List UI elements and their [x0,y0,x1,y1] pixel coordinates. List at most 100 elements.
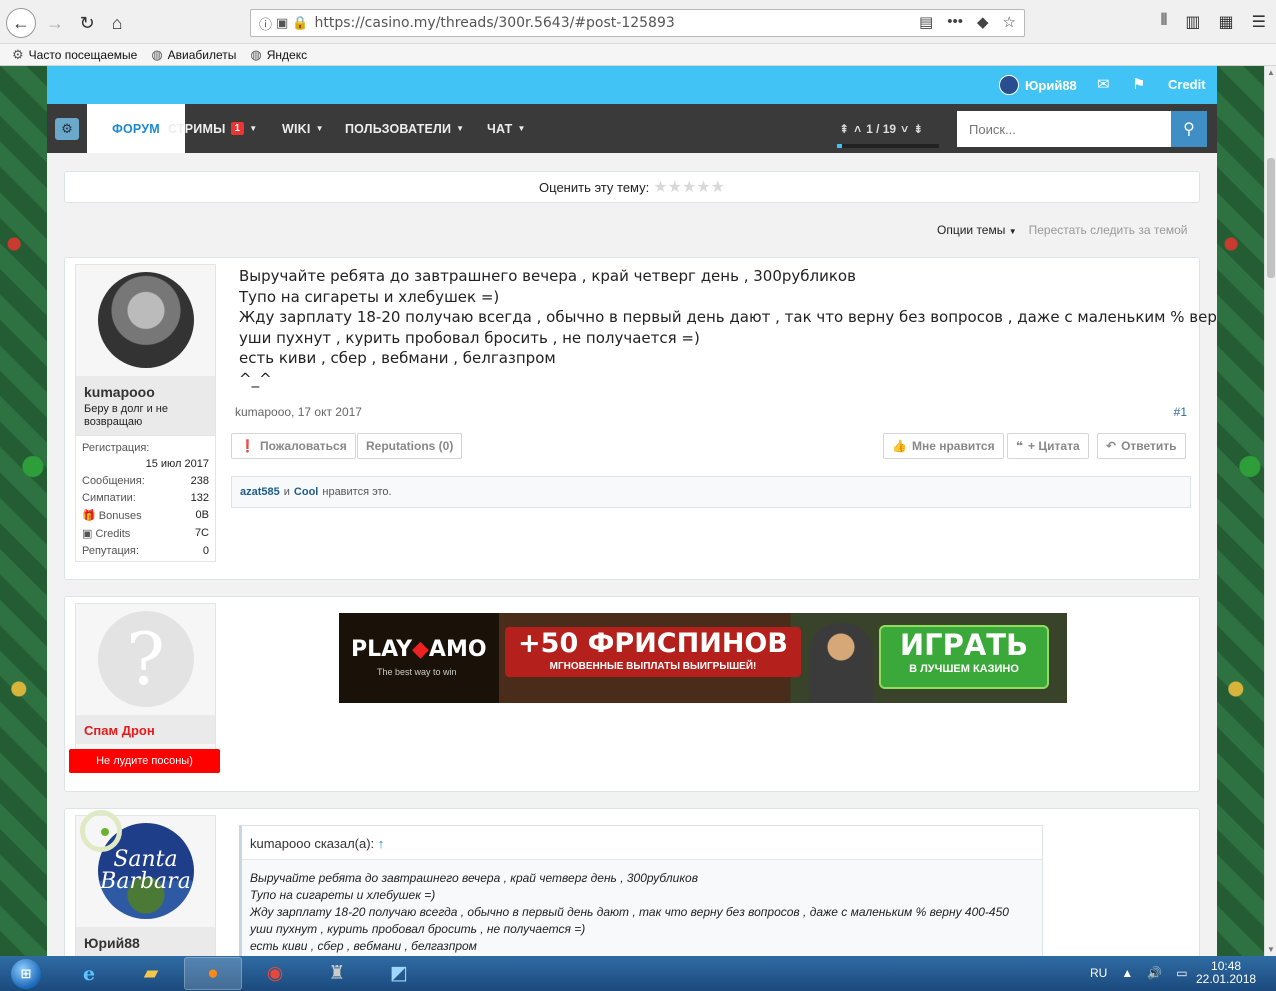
like-user-link[interactable]: Cool [294,486,318,498]
taskbar-firefox[interactable]: ● [184,957,242,990]
credit-link[interactable]: Credit [1168,77,1206,92]
search-button[interactable]: ⚲ [1171,111,1207,147]
username[interactable]: Юрий88 [84,935,207,951]
bookmark-yandex[interactable]: ◍ Яндекс [250,47,307,63]
post-number[interactable]: #1 [1174,405,1187,419]
dice-icon: ◆ [412,637,429,662]
background-art-right [1217,66,1264,956]
banner-logo: PLAY◆AMO [351,637,487,662]
user-name-area: Юрий88 [76,927,215,956]
language-indicator[interactable]: RU [1090,966,1107,980]
user-info: Регистрация: 15 июл 2017 Сообщения: 238 С… [76,435,215,561]
tray-expand-icon[interactable]: ▲ [1121,966,1133,980]
nav-wiki[interactable]: WIKI ▼ [282,104,324,153]
volume-icon[interactable]: 🔊 [1147,966,1162,980]
page-actions-icon[interactable]: ••• [947,13,963,31]
user-title: Беру в долг и не возвращаю [84,403,168,428]
reputations-button[interactable]: Reputations (0) [357,433,463,459]
taskbar-chrome[interactable]: ◉ [246,957,304,990]
username[interactable]: Спам Дрон [84,723,207,738]
envelope-icon[interactable]: ✉ [1097,75,1110,93]
avatar[interactable]: ? [97,611,194,707]
reader-view-icon[interactable]: ▤ [919,13,933,31]
scroll-thumb[interactable] [1267,158,1275,278]
bookmark-most-visited[interactable]: ⚙ Часто посещаемые [12,47,137,63]
reg-value: 15 июл 2017 [145,458,209,470]
username[interactable]: kumapooo [84,384,207,400]
unwatch-thread-link[interactable]: Перестать следить за темой [1029,223,1188,237]
post-message: Выручайте ребята до завтрашнего вечера ,… [239,267,1217,388]
report-button[interactable]: ❗ Пожаловаться [231,433,356,459]
like-user-link[interactable]: azat585 [240,486,280,498]
info-icon[interactable]: ⓘ [259,14,272,33]
home-icon: ⌂ [111,12,123,33]
bookmark-star-icon[interactable]: ☆ [1003,13,1016,31]
bookmark-avia[interactable]: ◍ Авиабилеты [151,47,236,63]
user-title-badge: Не лудите посоны) [69,749,220,773]
avatar[interactable] [97,272,194,368]
taskbar-explorer[interactable]: ▰ [122,957,180,990]
pager-progress [837,144,939,148]
extension-icon[interactable]: ▦ [1219,12,1234,32]
search-input[interactable] [957,111,1171,147]
post: ? Спам Дрон Не лудите посоны) PLAY◆AMO T… [64,596,1200,792]
url-bar[interactable]: ⓘ ▣ 🔒 https://casino.my/threads/300r.564… [250,9,1025,37]
post-meta[interactable]: kumapooo, 17 окт 2017 [235,405,362,419]
user-name-area: kumapooo Беру в долг и не возвращаю [76,376,215,435]
site-top-bar: Юрий88 ✉ ⚑ Credit [47,66,1217,104]
taskbar-game[interactable]: ♜ [308,957,366,990]
app-icon: ◩ [390,963,408,984]
network-icon[interactable]: ▭ [1176,966,1187,980]
library-icon[interactable]: ⫴ [1161,12,1168,32]
permissions-icon[interactable]: ▣ [276,15,288,31]
taskbar-ie[interactable]: e [60,957,118,990]
next-page-icon[interactable]: ˅ [901,122,908,136]
reply-button[interactable]: ↶ Ответить [1097,433,1186,459]
pocket-icon[interactable]: ◆ [977,13,989,31]
thread-options: Опции темы ▼ Перестать следить за темой [937,223,1188,237]
chrome-icon: ◉ [266,963,284,984]
start-button[interactable]: ⊞ [4,956,48,991]
rating-stars[interactable]: ★★★★★ [653,177,725,197]
chevron-down-icon: ▼ [517,124,526,133]
page-scrollbar[interactable]: ▲ ▼ [1264,66,1276,956]
thread-options-menu[interactable]: Опции темы ▼ [937,223,1017,237]
firefox-icon: ● [207,962,219,984]
ad-banner[interactable]: PLAY◆AMO The best way to win +50 ФРИСПИН… [339,613,1067,703]
arrow-right-icon: → [46,12,64,33]
taskbar-app[interactable]: ◩ [370,957,428,990]
clock[interactable]: 10:48 22.01.2018 [1196,960,1256,986]
scroll-down-icon[interactable]: ▼ [1267,945,1275,954]
last-page-icon[interactable]: ⇟ [913,122,923,136]
menu-icon[interactable]: ☰ [1252,12,1266,32]
home-button[interactable]: ⌂ [104,10,130,36]
sidebar-icon[interactable]: ▥ [1185,12,1200,32]
nav-users[interactable]: ПОЛЬЗОВАТЕЛИ ▼ [345,104,464,153]
banner-cta-button[interactable]: ИГРАТЬ В ЛУЧШЕМ КАЗИНО [879,625,1049,689]
site-logo-icon[interactable]: ⚙ [55,118,79,140]
flag-icon[interactable]: ⚑ [1132,75,1145,93]
quote-header: kumapooo сказал(а): ↑ [242,826,1042,860]
lock-icon[interactable]: 🔒 [292,15,308,31]
quote-button[interactable]: ❝ + Цитата [1007,433,1089,459]
thread-pager[interactable]: ⇞ ˄ 1 / 19 ˅ ⇟ [839,122,923,136]
nav-streams[interactable]: СТРИМЫ 1 ▼ [168,104,257,153]
post-userbox: ? Спам Дрон [75,603,216,755]
post: Santa Barbara Юрий88 kumapooo сказал(а):… [64,808,1200,956]
url-text[interactable]: https://casino.my/threads/300r.5643/#pos… [315,15,675,31]
reload-button[interactable]: ↻ [74,10,100,36]
pager-progress-fill [837,144,843,148]
scroll-up-icon[interactable]: ▲ [1267,68,1275,77]
globe-icon: ◍ [250,46,262,62]
forward-button[interactable]: → [42,10,68,36]
account-link[interactable]: Юрий88 [999,75,1077,95]
jump-to-post-icon[interactable]: ↑ [378,836,385,851]
system-tray: RU ▲ 🔊 ▭ [1090,966,1188,980]
back-button[interactable]: ← [6,8,36,38]
user-name-area: Спам Дрон [76,715,215,744]
gift-icon: 🎁 [82,510,96,522]
prev-page-icon[interactable]: ˄ [854,122,861,136]
nav-chat[interactable]: ЧАТ ▼ [487,104,526,153]
first-page-icon[interactable]: ⇞ [839,122,849,136]
like-button[interactable]: 👍 Мне нравится [883,433,1004,459]
